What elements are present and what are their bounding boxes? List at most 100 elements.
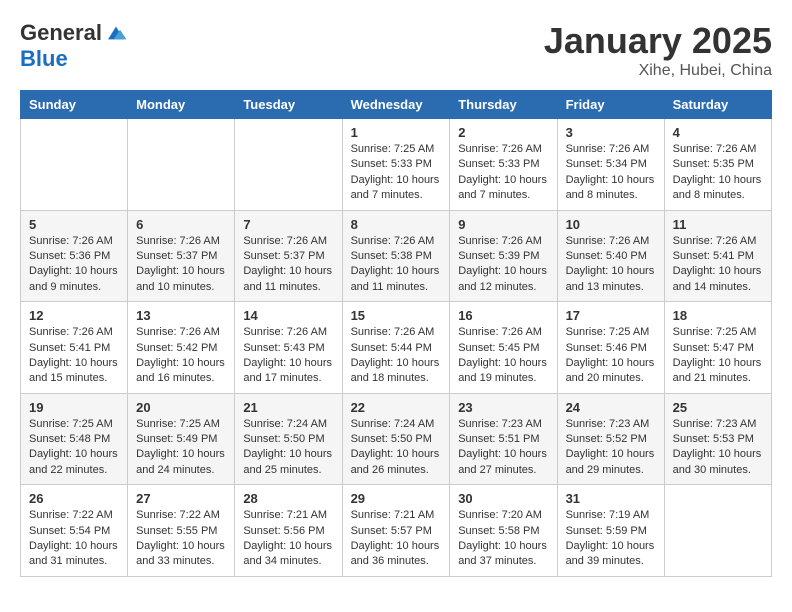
calendar-cell: 12 Sunrise: 7:26 AMSunset: 5:41 PMDayligh…	[21, 302, 128, 394]
day-info: Sunrise: 7:26 AMSunset: 5:33 PMDaylight:…	[458, 143, 547, 201]
calendar-cell: 28Sunrise: 7:21 AMSunset: 5:56 PMDayligh…	[235, 485, 342, 577]
day-number: 9	[458, 217, 548, 232]
day-info: Sunrise: 7:26 AMSunset: 5:37 PMDaylight:…	[136, 235, 225, 293]
day-info: Sunrise: 7:26 AMSunset: 5:41 PMDaylight:…	[29, 326, 118, 384]
calendar-cell	[21, 119, 128, 211]
day-info: Sunrise: 7:23 AMSunset: 5:52 PMDaylight:…	[566, 418, 655, 476]
day-number: 17	[566, 308, 656, 323]
day-info: Sunrise: 7:22 AMSunset: 5:55 PMDaylight:…	[136, 509, 225, 567]
calendar-cell: 15 Sunrise: 7:26 AMSunset: 5:44 PMDayligh…	[342, 302, 450, 394]
day-info: Sunrise: 7:26 AMSunset: 5:42 PMDaylight:…	[136, 326, 225, 384]
day-number: 6	[136, 217, 226, 232]
day-number: 11	[673, 217, 763, 232]
day-number: 18	[673, 308, 763, 323]
calendar-cell: 25 Sunrise: 7:23 AMSunset: 5:53 PMDayligh…	[664, 393, 771, 485]
day-number: 10	[566, 217, 656, 232]
day-info: Sunrise: 7:26 AMSunset: 5:40 PMDaylight:…	[566, 235, 655, 293]
logo-blue-text: Blue	[20, 46, 68, 72]
day-number: 29	[351, 491, 442, 506]
day-number: 3	[566, 125, 656, 140]
calendar-cell: 16Sunrise: 7:26 AMSunset: 5:45 PMDayligh…	[450, 302, 557, 394]
day-info: Sunrise: 7:26 AMSunset: 5:34 PMDaylight:…	[566, 143, 655, 201]
weekday-header-monday: Monday	[128, 91, 235, 119]
calendar-cell: 17 Sunrise: 7:25 AMSunset: 5:46 PMDayligh…	[557, 302, 664, 394]
weekday-header-row: SundayMondayTuesdayWednesdayThursdayFrid…	[21, 91, 772, 119]
logo-icon	[104, 21, 128, 45]
day-number: 25	[673, 400, 763, 415]
day-number: 28	[243, 491, 333, 506]
location-subtitle: Xihe, Hubei, China	[544, 62, 772, 80]
day-info: Sunrise: 7:25 AMSunset: 5:33 PMDaylight:…	[351, 143, 440, 201]
title-block: January 2025 Xihe, Hubei, China	[544, 20, 772, 80]
weekday-header-wednesday: Wednesday	[342, 91, 450, 119]
calendar-cell: 27Sunrise: 7:22 AMSunset: 5:55 PMDayligh…	[128, 485, 235, 577]
day-number: 30	[458, 491, 548, 506]
day-number: 16	[458, 308, 548, 323]
day-info: Sunrise: 7:23 AMSunset: 5:51 PMDaylight:…	[458, 418, 547, 476]
calendar-cell: 11 Sunrise: 7:26 AMSunset: 5:41 PMDayligh…	[664, 210, 771, 302]
calendar-cell: 6 Sunrise: 7:26 AMSunset: 5:37 PMDaylight…	[128, 210, 235, 302]
calendar-cell: 21Sunrise: 7:24 AMSunset: 5:50 PMDayligh…	[235, 393, 342, 485]
weekday-header-tuesday: Tuesday	[235, 91, 342, 119]
calendar-week-row: 26 Sunrise: 7:22 AMSunset: 5:54 PMDayligh…	[21, 485, 772, 577]
weekday-header-saturday: Saturday	[664, 91, 771, 119]
calendar-cell: 26 Sunrise: 7:22 AMSunset: 5:54 PMDayligh…	[21, 485, 128, 577]
day-info: Sunrise: 7:23 AMSunset: 5:53 PMDaylight:…	[673, 418, 762, 476]
day-info: Sunrise: 7:26 AMSunset: 5:39 PMDaylight:…	[458, 235, 547, 293]
day-number: 31	[566, 491, 656, 506]
calendar-cell: 10 Sunrise: 7:26 AMSunset: 5:40 PMDayligh…	[557, 210, 664, 302]
calendar-cell: 23 Sunrise: 7:23 AMSunset: 5:51 PMDayligh…	[450, 393, 557, 485]
calendar-cell: 3 Sunrise: 7:26 AMSunset: 5:34 PMDaylight…	[557, 119, 664, 211]
day-info: Sunrise: 7:22 AMSunset: 5:54 PMDaylight:…	[29, 509, 118, 567]
day-info: Sunrise: 7:25 AMSunset: 5:46 PMDaylight:…	[566, 326, 655, 384]
day-number: 12	[29, 308, 119, 323]
month-title: January 2025	[544, 20, 772, 62]
weekday-header-sunday: Sunday	[21, 91, 128, 119]
calendar-week-row: 19 Sunrise: 7:25 AMSunset: 5:48 PMDayligh…	[21, 393, 772, 485]
calendar-cell	[664, 485, 771, 577]
calendar-week-row: 5Sunrise: 7:26 AMSunset: 5:36 PMDaylight…	[21, 210, 772, 302]
calendar-cell: 4Sunrise: 7:26 AMSunset: 5:35 PMDaylight…	[664, 119, 771, 211]
calendar-cell: 13 Sunrise: 7:26 AMSunset: 5:42 PMDayligh…	[128, 302, 235, 394]
day-info: Sunrise: 7:26 AMSunset: 5:38 PMDaylight:…	[351, 235, 440, 293]
page-header: General Blue January 2025 Xihe, Hubei, C…	[20, 20, 772, 80]
day-number: 19	[29, 400, 119, 415]
weekday-header-friday: Friday	[557, 91, 664, 119]
day-number: 24	[566, 400, 656, 415]
logo-general-text: General	[20, 20, 102, 46]
day-info: Sunrise: 7:20 AMSunset: 5:58 PMDaylight:…	[458, 509, 547, 567]
day-number: 4	[673, 125, 763, 140]
day-info: Sunrise: 7:25 AMSunset: 5:48 PMDaylight:…	[29, 418, 118, 476]
calendar-cell: 9 Sunrise: 7:26 AMSunset: 5:39 PMDaylight…	[450, 210, 557, 302]
calendar-cell: 22Sunrise: 7:24 AMSunset: 5:50 PMDayligh…	[342, 393, 450, 485]
day-info: Sunrise: 7:21 AMSunset: 5:57 PMDaylight:…	[351, 509, 440, 567]
day-info: Sunrise: 7:26 AMSunset: 5:37 PMDaylight:…	[243, 235, 332, 293]
day-info: Sunrise: 7:26 AMSunset: 5:43 PMDaylight:…	[243, 326, 332, 384]
calendar-cell: 29 Sunrise: 7:21 AMSunset: 5:57 PMDayligh…	[342, 485, 450, 577]
calendar-cell: 20Sunrise: 7:25 AMSunset: 5:49 PMDayligh…	[128, 393, 235, 485]
calendar-table: SundayMondayTuesdayWednesdayThursdayFrid…	[20, 90, 772, 577]
weekday-header-thursday: Thursday	[450, 91, 557, 119]
calendar-cell: 14Sunrise: 7:26 AMSunset: 5:43 PMDayligh…	[235, 302, 342, 394]
calendar-week-row: 12 Sunrise: 7:26 AMSunset: 5:41 PMDayligh…	[21, 302, 772, 394]
calendar-cell: 7Sunrise: 7:26 AMSunset: 5:37 PMDaylight…	[235, 210, 342, 302]
day-number: 1	[351, 125, 442, 140]
calendar-cell: 1 Sunrise: 7:25 AMSunset: 5:33 PMDaylight…	[342, 119, 450, 211]
calendar-cell: 30 Sunrise: 7:20 AMSunset: 5:58 PMDayligh…	[450, 485, 557, 577]
day-info: Sunrise: 7:25 AMSunset: 5:47 PMDaylight:…	[673, 326, 762, 384]
day-number: 13	[136, 308, 226, 323]
calendar-week-row: 1 Sunrise: 7:25 AMSunset: 5:33 PMDaylight…	[21, 119, 772, 211]
day-number: 23	[458, 400, 548, 415]
day-number: 15	[351, 308, 442, 323]
calendar-cell: 8 Sunrise: 7:26 AMSunset: 5:38 PMDaylight…	[342, 210, 450, 302]
day-number: 22	[351, 400, 442, 415]
day-info: Sunrise: 7:24 AMSunset: 5:50 PMDaylight:…	[243, 418, 332, 476]
day-info: Sunrise: 7:26 AMSunset: 5:36 PMDaylight:…	[29, 235, 118, 293]
calendar-cell: 18 Sunrise: 7:25 AMSunset: 5:47 PMDayligh…	[664, 302, 771, 394]
day-info: Sunrise: 7:26 AMSunset: 5:41 PMDaylight:…	[673, 235, 762, 293]
calendar-cell	[235, 119, 342, 211]
day-info: Sunrise: 7:26 AMSunset: 5:44 PMDaylight:…	[351, 326, 440, 384]
calendar-cell: 24 Sunrise: 7:23 AMSunset: 5:52 PMDayligh…	[557, 393, 664, 485]
day-number: 26	[29, 491, 119, 506]
day-number: 8	[351, 217, 442, 232]
